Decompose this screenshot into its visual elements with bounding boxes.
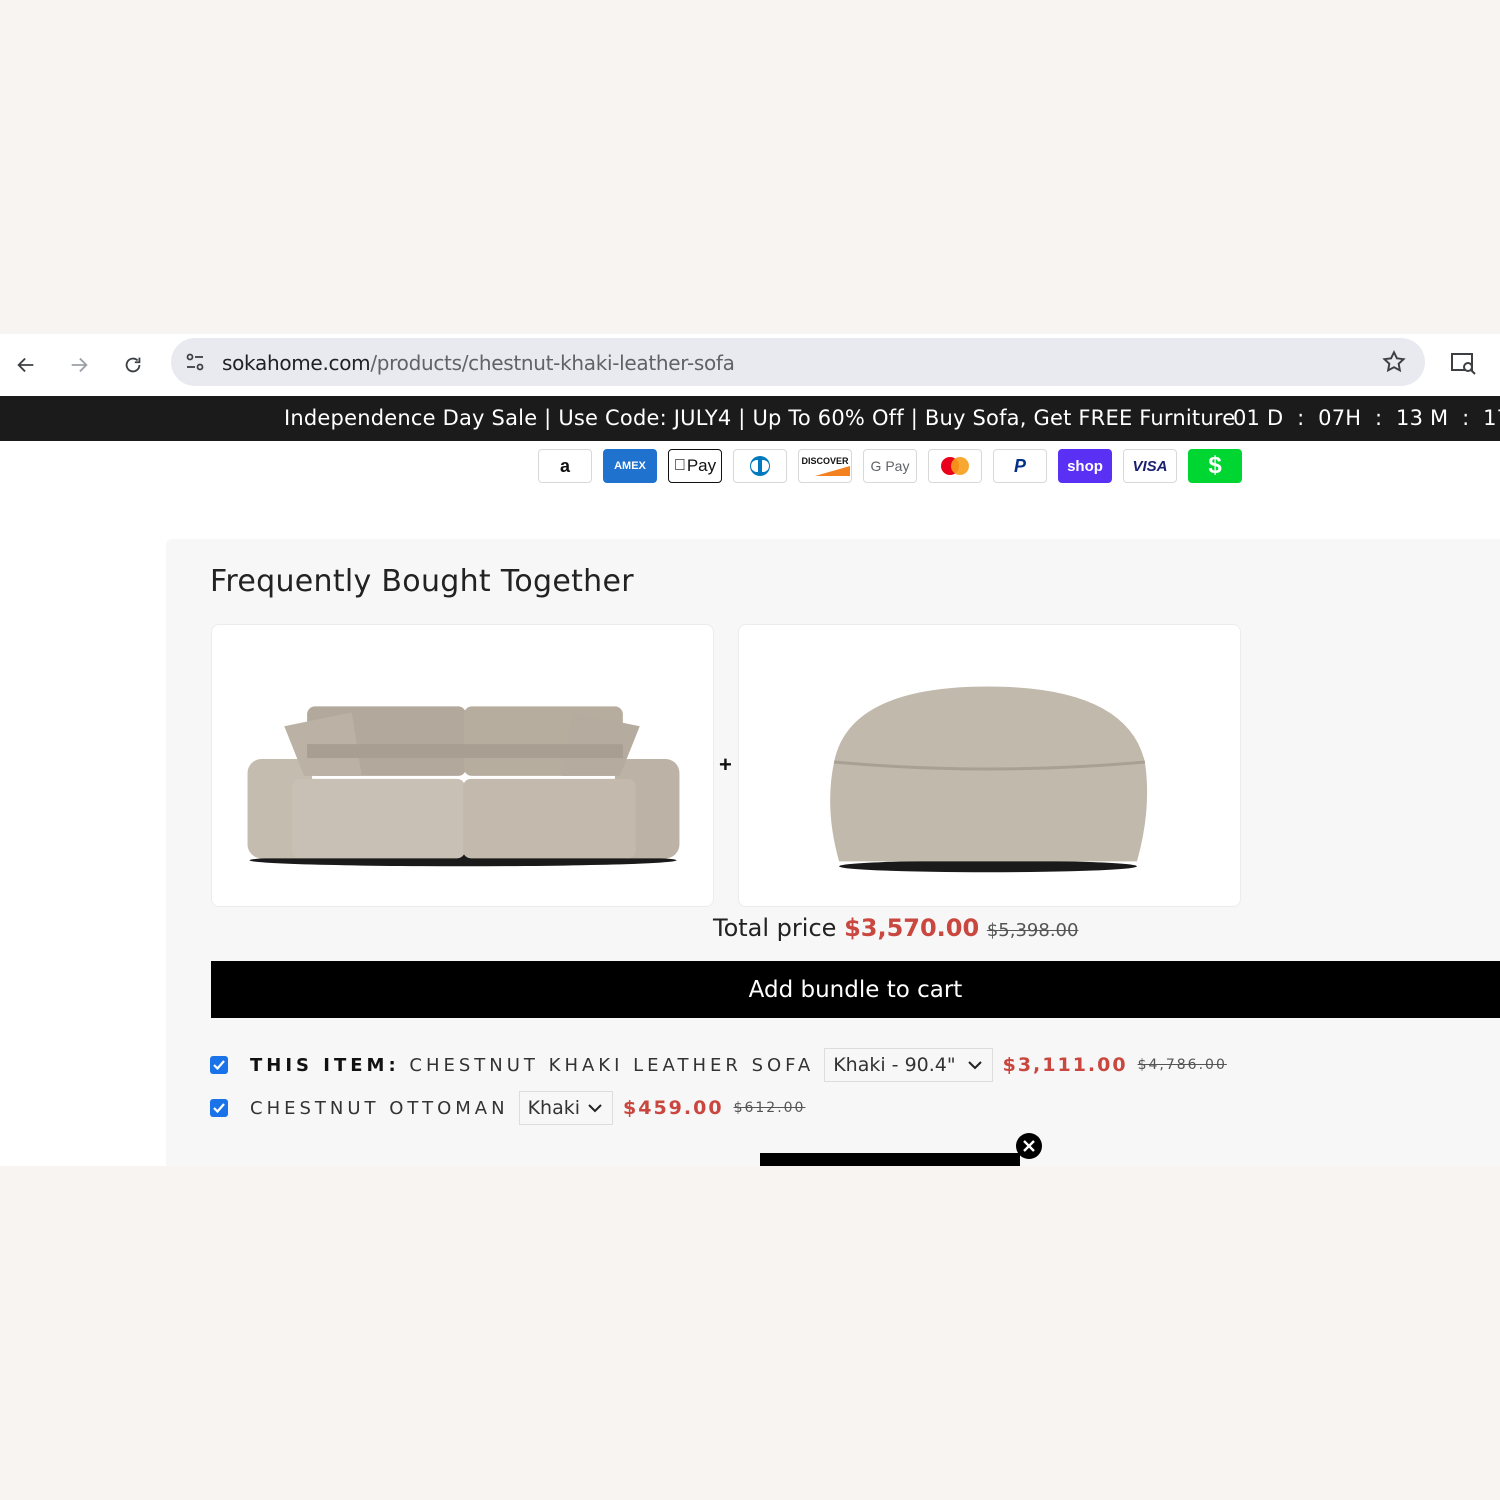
item-name-sofa: THIS ITEM: CHESTNUT KHAKI LEATHER SOFA [250, 1055, 814, 1076]
close-icon [1023, 1140, 1035, 1152]
item-price-ottoman: $459.00 [623, 1097, 724, 1119]
reload-button[interactable] [116, 348, 150, 382]
product-card-sofa[interactable] [211, 624, 714, 907]
browser-toolbar: sokahome.com/products/chestnut-khaki-lea… [0, 334, 1500, 396]
plus-sign: + [719, 752, 732, 777]
variant-value-sofa: Khaki - 90.4" [833, 1054, 956, 1076]
url-host: sokahome.com [222, 351, 371, 375]
sofa-name: CHESTNUT KHAKI LEATHER SOFA [409, 1054, 815, 1076]
popup-bar[interactable] [760, 1153, 1020, 1166]
announcement-text: Independence Day Sale | Use Code: JULY4 … [284, 406, 1236, 430]
variant-select-ottoman[interactable]: Khaki [518, 1091, 614, 1125]
amex-label: AMEX [614, 460, 646, 472]
ottoman-image [830, 686, 1148, 873]
announcement-bar: Independence Day Sale | Use Code: JULY4 … [0, 396, 1500, 441]
total-original-price: $5,398.00 [986, 920, 1079, 941]
payment-methods: a AMEX Pay DISCOVER G Pay P shop VISA $ [538, 449, 1242, 483]
bundle-title: Frequently Bought Together [210, 564, 634, 599]
this-item-label: THIS ITEM: [250, 1054, 400, 1076]
arrow-right-icon [71, 357, 88, 373]
visa-label: VISA [1132, 457, 1168, 475]
close-popup-button[interactable] [1016, 1133, 1042, 1159]
countdown-timer: 01 D : 07H : 13 M : 17 S [1233, 406, 1500, 430]
back-button[interactable] [9, 348, 43, 382]
product-card-ottoman[interactable] [738, 624, 1241, 907]
item-original-price-ottoman: $612.00 [733, 1100, 806, 1116]
mastercard-icon [928, 449, 982, 483]
bundle-item-ottoman: CHESTNUT OTTOMAN Khaki $459.00 $612.00 [210, 1091, 805, 1125]
bundle-item-sofa: THIS ITEM: CHESTNUT KHAKI LEATHER SOFA K… [210, 1048, 1227, 1082]
google-pay-icon: G Pay [863, 449, 917, 483]
item-name-ottoman: CHESTNUT OTTOMAN [250, 1097, 509, 1119]
shop-pay-label: shop [1067, 457, 1103, 475]
frequently-bought-together: Frequently Bought Together + Total price… [166, 539, 1500, 1166]
total-price: Total price $3,570.00 $5,398.00 [713, 914, 1078, 942]
lens-search-icon[interactable] [1449, 348, 1479, 378]
reload-icon [125, 357, 141, 373]
google-pay-label: G Pay [870, 458, 910, 474]
item-checkbox-ottoman[interactable] [210, 1099, 228, 1117]
sofa-image [247, 706, 680, 867]
apple-pay-label: Pay [680, 456, 716, 475]
cash-app-label: $ [1208, 452, 1222, 479]
discover-icon: DISCOVER [798, 449, 852, 483]
forward-button[interactable] [62, 348, 96, 382]
bookmark-star-icon[interactable] [1381, 349, 1407, 375]
paypal-icon: P [993, 449, 1047, 483]
address-bar[interactable]: sokahome.com/products/chestnut-khaki-lea… [171, 338, 1425, 386]
visa-icon: VISA [1123, 449, 1177, 483]
total-sale-price: $3,570.00 [844, 914, 980, 942]
variant-select-sofa[interactable]: Khaki - 90.4" [824, 1048, 993, 1082]
amex-icon: AMEX [603, 449, 657, 483]
chevron-down-icon [967, 1061, 982, 1070]
item-price-sofa: $3,111.00 [1002, 1054, 1128, 1076]
variant-value-ottoman: Khaki [527, 1097, 581, 1119]
amazon-pay-icon: a [538, 449, 592, 483]
total-label: Total price [713, 914, 837, 942]
add-bundle-to-cart-button[interactable]: Add bundle to cart [211, 961, 1500, 1018]
site-settings-icon[interactable] [183, 350, 207, 374]
url-text[interactable]: sokahome.com/products/chestnut-khaki-lea… [222, 351, 735, 375]
check-icon [213, 1060, 225, 1071]
item-checkbox-sofa[interactable] [210, 1056, 228, 1074]
cash-app-icon: $ [1188, 449, 1242, 483]
paypal-label: P [1013, 455, 1026, 476]
chevron-down-icon [588, 1104, 602, 1113]
item-original-price-sofa: $4,786.00 [1137, 1057, 1227, 1073]
arrow-left-icon [17, 357, 34, 373]
amazon-pay-label: a [559, 455, 570, 476]
discover-label: DISCOVER [801, 456, 849, 466]
check-icon [213, 1103, 225, 1114]
url-path: /products/chestnut-khaki-leather-sofa [370, 351, 735, 375]
apple-pay-icon: Pay [668, 449, 722, 483]
diners-club-icon [733, 449, 787, 483]
shop-pay-icon: shop [1058, 449, 1112, 483]
